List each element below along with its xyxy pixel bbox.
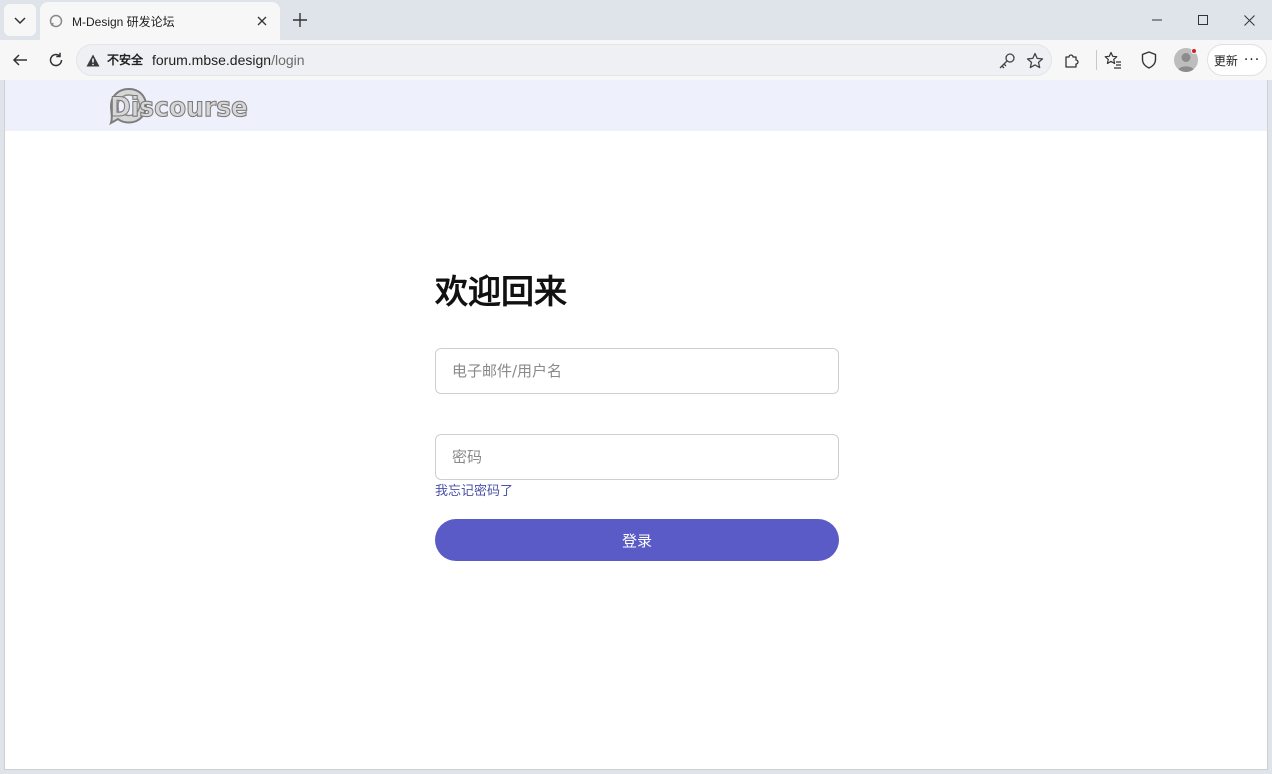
notification-dot bbox=[1191, 48, 1197, 54]
discourse-favicon-icon bbox=[48, 13, 64, 29]
page-viewport: Discourse 欢迎回来 我忘记密码了 登录 bbox=[4, 80, 1268, 770]
tab-title: M-Design 研发论坛 bbox=[72, 14, 175, 29]
username-input[interactable] bbox=[435, 348, 839, 394]
tab-strip: M-Design 研发论坛 bbox=[0, 0, 1272, 40]
discourse-logo[interactable]: Discourse bbox=[109, 86, 249, 126]
new-tab-button[interactable] bbox=[286, 6, 314, 34]
reload-icon bbox=[49, 52, 63, 67]
login-button[interactable]: 登录 bbox=[435, 519, 839, 561]
update-button[interactable]: 更新 ··· bbox=[1207, 44, 1267, 76]
plus-icon bbox=[293, 13, 307, 27]
url-path: /login bbox=[271, 52, 305, 68]
tab-search-button[interactable] bbox=[4, 4, 36, 36]
maximize-icon bbox=[1198, 15, 1208, 25]
password-input[interactable] bbox=[435, 434, 839, 480]
window-close-button[interactable] bbox=[1226, 0, 1272, 40]
key-icon[interactable] bbox=[995, 49, 1019, 73]
login-form: 欢迎回来 我忘记密码了 登录 bbox=[435, 270, 839, 561]
back-button[interactable] bbox=[4, 44, 36, 76]
maximize-button[interactable] bbox=[1180, 0, 1226, 40]
address-bar[interactable]: 不安全 forum.mbse.design/login bbox=[76, 44, 1052, 76]
close-icon bbox=[1243, 14, 1255, 26]
shield-icon bbox=[1141, 51, 1157, 69]
arrow-left-icon bbox=[12, 54, 27, 66]
url-text[interactable]: forum.mbse.design/login bbox=[152, 51, 305, 69]
update-label: 更新 bbox=[1213, 53, 1238, 68]
security-label[interactable]: 不安全 bbox=[107, 52, 143, 68]
tab-close-button[interactable] bbox=[250, 9, 274, 33]
favorites-star-list-icon bbox=[1104, 51, 1121, 69]
more-icon: ··· bbox=[1243, 52, 1261, 68]
close-icon bbox=[257, 16, 267, 26]
star-icon[interactable] bbox=[1023, 49, 1047, 73]
warning-icon[interactable] bbox=[85, 52, 101, 68]
minimize-button[interactable] bbox=[1134, 0, 1180, 40]
puzzle-icon bbox=[1065, 54, 1079, 68]
reload-button[interactable] bbox=[40, 44, 72, 76]
url-domain: forum.mbse.design bbox=[152, 52, 272, 68]
extensions-button[interactable] bbox=[1056, 44, 1088, 76]
page-title: 欢迎回来 bbox=[435, 272, 567, 311]
favorites-button[interactable] bbox=[1097, 44, 1129, 76]
forgot-password-link[interactable]: 我忘记密码了 bbox=[435, 483, 513, 501]
logo-wordmark: Discourse bbox=[110, 92, 248, 123]
active-tab[interactable]: M-Design 研发论坛 bbox=[40, 2, 280, 40]
minimize-icon bbox=[1152, 19, 1162, 21]
chevron-down-icon bbox=[14, 17, 26, 25]
browser-essentials-button[interactable] bbox=[1133, 44, 1165, 76]
site-header: Discourse bbox=[5, 80, 1267, 131]
